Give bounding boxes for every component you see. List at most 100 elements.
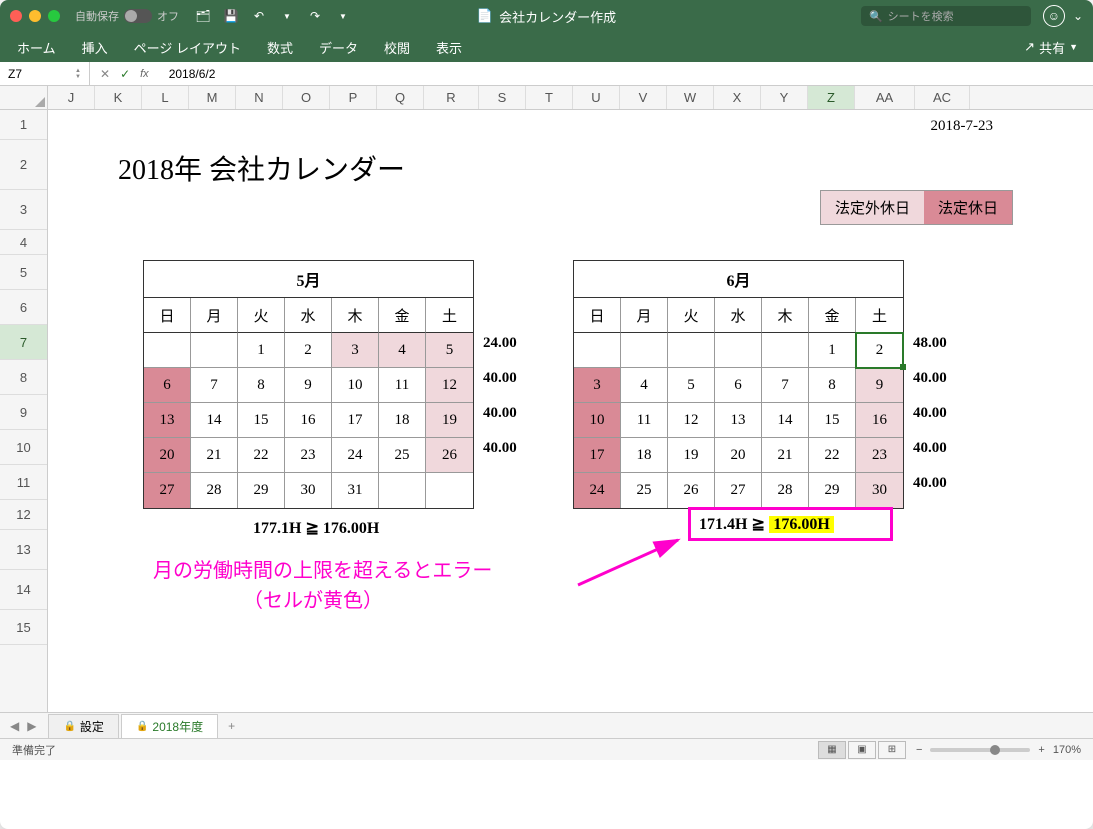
- minimize-button[interactable]: [29, 10, 41, 22]
- cal-day-cell[interactable]: 28: [191, 473, 238, 508]
- tab-page-layout[interactable]: ページ レイアウト: [132, 34, 243, 61]
- cal-day-cell[interactable]: 27: [715, 473, 762, 508]
- cal-day-cell[interactable]: [191, 333, 238, 368]
- cal-day-cell[interactable]: 22: [238, 438, 285, 473]
- col-header-J[interactable]: J: [48, 86, 95, 109]
- row-header-4[interactable]: 4: [0, 230, 47, 255]
- cal-day-cell[interactable]: 27: [144, 473, 191, 508]
- col-header-N[interactable]: N: [236, 86, 283, 109]
- cal-day-cell[interactable]: 6: [144, 368, 191, 403]
- cal-day-cell[interactable]: 8: [809, 368, 856, 403]
- cal-day-cell[interactable]: 11: [379, 368, 426, 403]
- row-header-6[interactable]: 6: [0, 290, 47, 325]
- row-header-7[interactable]: 7: [0, 325, 47, 360]
- cal-day-cell[interactable]: 21: [762, 438, 809, 473]
- cal-day-cell[interactable]: 3: [574, 368, 621, 403]
- cal-day-cell[interactable]: 29: [238, 473, 285, 508]
- row-header-8[interactable]: 8: [0, 360, 47, 395]
- zoom-slider[interactable]: [930, 748, 1030, 752]
- cal-day-cell[interactable]: 20: [715, 438, 762, 473]
- cal-day-cell[interactable]: 9: [856, 368, 903, 403]
- cal-day-cell[interactable]: 5: [668, 368, 715, 403]
- history-icon[interactable]: 🗂: [194, 7, 212, 25]
- col-header-W[interactable]: W: [667, 86, 714, 109]
- cal-day-cell[interactable]: 12: [668, 403, 715, 438]
- cal-day-cell[interactable]: [715, 333, 762, 368]
- zoom-in-button[interactable]: +: [1038, 744, 1044, 756]
- cal-day-cell[interactable]: 26: [668, 473, 715, 508]
- maximize-button[interactable]: [48, 10, 60, 22]
- cal-day-cell[interactable]: [762, 333, 809, 368]
- confirm-icon[interactable]: ✓: [120, 67, 130, 81]
- row-header-2[interactable]: 2: [0, 140, 47, 190]
- user-avatar[interactable]: ☺: [1043, 5, 1065, 27]
- cal-day-cell[interactable]: 18: [379, 403, 426, 438]
- cal-day-cell[interactable]: 22: [809, 438, 856, 473]
- tab-review[interactable]: 校閲: [382, 34, 412, 61]
- cal-day-cell[interactable]: 25: [621, 473, 668, 508]
- view-page-break-button[interactable]: ⊞: [878, 741, 906, 759]
- col-header-O[interactable]: O: [283, 86, 330, 109]
- col-header-L[interactable]: L: [142, 86, 189, 109]
- cal-day-cell[interactable]: 7: [191, 368, 238, 403]
- col-header-P[interactable]: P: [330, 86, 377, 109]
- tab-insert[interactable]: 挿入: [80, 34, 110, 61]
- cancel-icon[interactable]: ✕: [100, 67, 110, 81]
- name-box-arrows[interactable]: ▲▼: [75, 68, 81, 80]
- view-normal-button[interactable]: ▦: [818, 741, 846, 759]
- zoom-out-button[interactable]: −: [916, 744, 922, 756]
- cal-day-cell[interactable]: 13: [144, 403, 191, 438]
- cal-day-cell[interactable]: 13: [715, 403, 762, 438]
- row-header-10[interactable]: 10: [0, 430, 47, 465]
- cal-day-cell[interactable]: 29: [809, 473, 856, 508]
- cal-day-cell[interactable]: 2: [856, 333, 903, 368]
- cal-day-cell[interactable]: 5: [426, 333, 473, 368]
- cal-day-cell[interactable]: 10: [332, 368, 379, 403]
- cal-day-cell[interactable]: [668, 333, 715, 368]
- cal-day-cell[interactable]: 19: [668, 438, 715, 473]
- cal-day-cell[interactable]: 20: [144, 438, 191, 473]
- col-header-V[interactable]: V: [620, 86, 667, 109]
- cal-day-cell[interactable]: [144, 333, 191, 368]
- cal-day-cell[interactable]: 28: [762, 473, 809, 508]
- share-button[interactable]: ↗ 共有 ▼: [1024, 38, 1078, 57]
- cal-day-cell[interactable]: 7: [762, 368, 809, 403]
- undo-icon[interactable]: ↶: [250, 7, 268, 25]
- chevron-down-icon[interactable]: ▼: [334, 7, 352, 25]
- cal-day-cell[interactable]: 16: [285, 403, 332, 438]
- view-page-layout-button[interactable]: ▣: [848, 741, 876, 759]
- cal-day-cell[interactable]: 17: [574, 438, 621, 473]
- add-sheet-button[interactable]: +: [220, 716, 243, 736]
- autosave-toggle[interactable]: 自動保存 オフ: [75, 8, 179, 24]
- cal-day-cell[interactable]: 14: [762, 403, 809, 438]
- cal-day-cell[interactable]: [426, 473, 473, 508]
- row-header-3[interactable]: 3: [0, 190, 47, 230]
- cal-day-cell[interactable]: [621, 333, 668, 368]
- tab-home[interactable]: ホーム: [15, 34, 58, 61]
- cal-day-cell[interactable]: 15: [238, 403, 285, 438]
- sheet-tab-settings[interactable]: 🔒 設定: [48, 714, 118, 738]
- chevron-down-icon[interactable]: ▼: [278, 7, 296, 25]
- select-all-corner[interactable]: [0, 86, 48, 109]
- cal-day-cell[interactable]: 16: [856, 403, 903, 438]
- cal-day-cell[interactable]: [574, 333, 621, 368]
- cal-day-cell[interactable]: 23: [285, 438, 332, 473]
- tab-view[interactable]: 表示: [434, 34, 464, 61]
- row-header-5[interactable]: 5: [0, 255, 47, 290]
- tab-data[interactable]: データ: [317, 34, 360, 61]
- row-header-9[interactable]: 9: [0, 395, 47, 430]
- col-header-T[interactable]: T: [526, 86, 573, 109]
- cal-day-cell[interactable]: 21: [191, 438, 238, 473]
- col-header-S[interactable]: S: [479, 86, 526, 109]
- tab-formulas[interactable]: 数式: [265, 34, 295, 61]
- cal-day-cell[interactable]: 1: [809, 333, 856, 368]
- cells-area[interactable]: 2018-7-23 2018年 会社カレンダー 法定外休日 法定休日 5月日月火…: [48, 110, 1093, 712]
- tab-prev-icon[interactable]: ◀: [10, 719, 19, 733]
- cal-day-cell[interactable]: 15: [809, 403, 856, 438]
- col-header-R[interactable]: R: [424, 86, 479, 109]
- col-header-X[interactable]: X: [714, 86, 761, 109]
- col-header-K[interactable]: K: [95, 86, 142, 109]
- col-header-Y[interactable]: Y: [761, 86, 808, 109]
- row-header-11[interactable]: 11: [0, 465, 47, 500]
- cal-day-cell[interactable]: 18: [621, 438, 668, 473]
